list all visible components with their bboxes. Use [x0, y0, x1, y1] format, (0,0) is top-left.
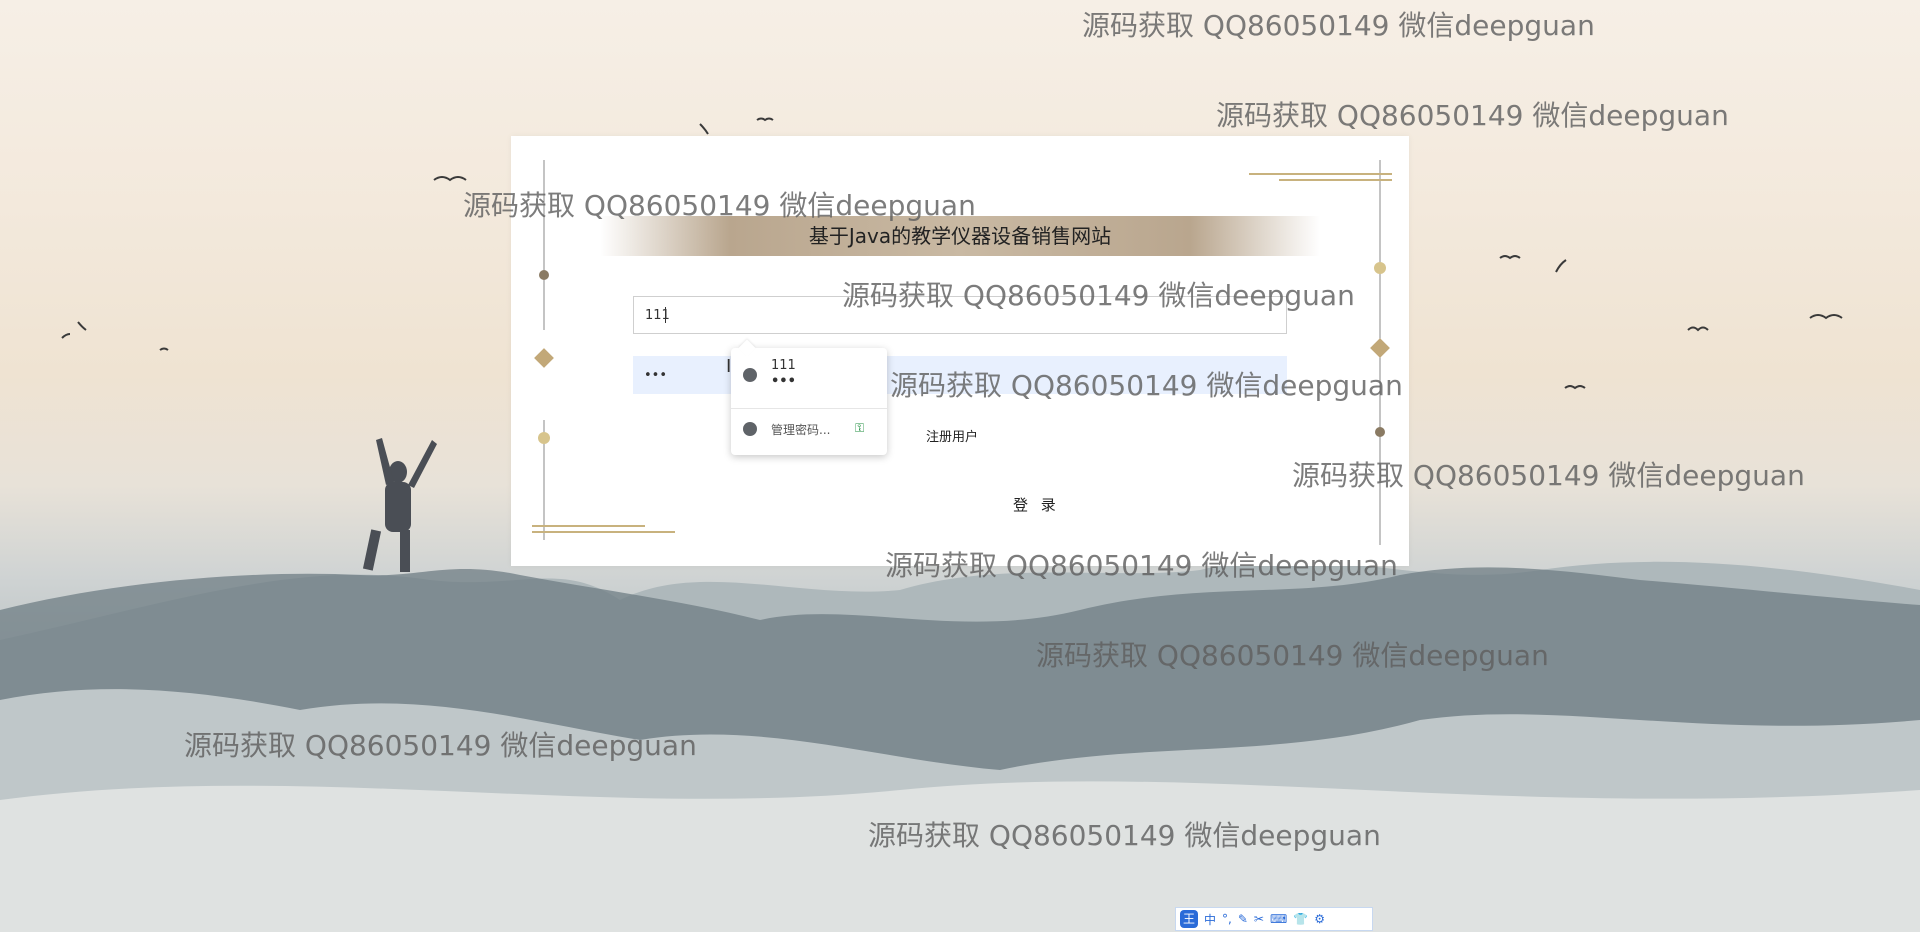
ime-logo[interactable]: 王 [1180, 910, 1198, 928]
saved-password: ••• [771, 374, 796, 389]
watermark: 源码获取 QQ86050149 微信deepguan [868, 819, 1381, 852]
ime-chinese-mode-button[interactable]: 中 [1204, 911, 1216, 928]
ime-settings-icon[interactable]: ⚙ [1314, 912, 1325, 926]
saved-username: 111 [771, 358, 796, 373]
ime-keyboard-icon[interactable]: ⌨ [1270, 912, 1287, 926]
register-button[interactable]: 注册用户 [926, 426, 978, 445]
watermark: 源码获取 QQ86050149 微信deepguan [1292, 459, 1805, 492]
ime-toolbar: 王 中 °, ✎ ✂ ⌨ 👕 ⚙ [1175, 907, 1373, 931]
ime-scissors-icon[interactable]: ✂ [1254, 912, 1264, 926]
ime-handwrite-icon[interactable]: ✎ [1238, 912, 1248, 926]
watermark: 源码获取 QQ86050149 微信deepguan [885, 549, 1398, 582]
watermark: 源码获取 QQ86050149 微信deepguan [1082, 9, 1595, 42]
login-button[interactable]: 登 录 [1013, 494, 1060, 515]
watermark: 源码获取 QQ86050149 微信deepguan [1036, 639, 1549, 672]
ime-punctuation-button[interactable]: °, [1222, 912, 1232, 926]
text-caret [665, 307, 666, 323]
watermark: 源码获取 QQ86050149 微信deepguan [184, 729, 697, 762]
watermark: 源码获取 QQ86050149 微信deepguan [890, 369, 1403, 402]
chrome-icon [743, 422, 757, 436]
watermark: 源码获取 QQ86050149 微信deepguan [842, 279, 1355, 312]
watermark: 源码获取 QQ86050149 微信deepguan [1216, 99, 1729, 132]
manage-passwords-item[interactable]: 管理密码... ⚿ [731, 408, 887, 449]
ime-skin-icon[interactable]: 👕 [1293, 912, 1308, 926]
globe-icon [743, 368, 757, 382]
key-icon: ⚿ [855, 421, 865, 435]
watermark: 源码获取 QQ86050149 微信deepguan [463, 189, 976, 222]
password-autofill-dropdown: 111 ••• 管理密码... ⚿ [731, 339, 887, 455]
saved-credential-item[interactable]: 111 ••• [731, 352, 887, 398]
manage-passwords-label: 管理密码... [771, 423, 831, 437]
